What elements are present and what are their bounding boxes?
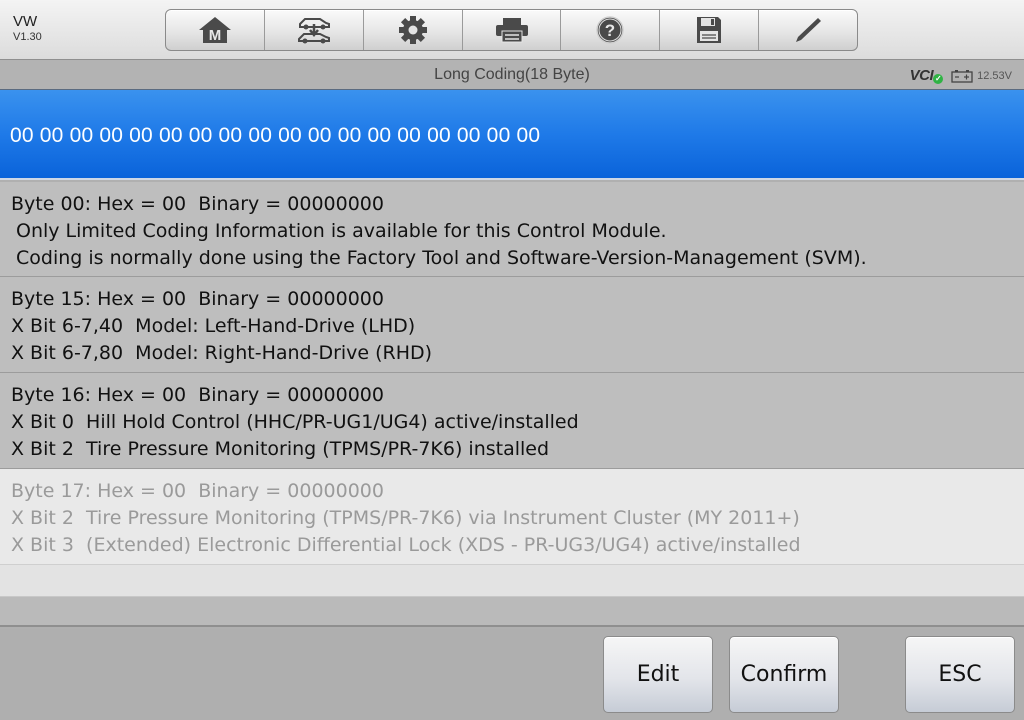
vehicle-brand: VW	[13, 13, 38, 30]
byte-list: Byte 00: Hex = 00 Binary = 00000000 Only…	[0, 182, 1024, 597]
settings-button[interactable]	[364, 10, 463, 50]
top-bar: VW V1.30 M ?	[0, 0, 1024, 60]
title-bar: Long Coding(18 Byte) VCI ✓ 12.53V	[0, 60, 1024, 90]
printer-icon	[495, 18, 528, 43]
edit-tool-button[interactable]	[759, 10, 857, 50]
print-button[interactable]	[463, 10, 562, 50]
byte-detail: Only Limited Coding Information is avail…	[16, 220, 667, 242]
list-item-disabled: Byte 17: Hex = 00 Binary = 00000000 X Bi…	[0, 469, 1024, 565]
byte-detail: X Bit 2 Tire Pressure Monitoring (TPMS/P…	[11, 507, 800, 529]
toolbar: M ?	[165, 9, 858, 51]
vehicle-swap-icon	[297, 18, 330, 44]
byte-detail: X Bit 6-7,80 Model: Right-Hand-Drive (RH…	[11, 342, 433, 364]
list-item[interactable]: Byte 00: Hex = 00 Binary = 00000000 Only…	[0, 182, 1024, 277]
byte-detail: X Bit 0 Hill Hold Control (HHC/PR-UG1/UG…	[11, 411, 579, 433]
help-button[interactable]: ?	[561, 10, 661, 50]
home-m-icon: M	[198, 17, 231, 44]
status-area: VCI ✓ 12.53V	[910, 67, 1012, 84]
byte-detail: Coding is normally done using the Factor…	[16, 247, 867, 269]
home-button[interactable]: M	[166, 10, 265, 50]
byte-detail: X Bit 2 Tire Pressure Monitoring (TPMS/P…	[11, 438, 550, 460]
battery-status: 12.53V	[951, 69, 1012, 83]
list-item[interactable]: Byte 15: Hex = 00 Binary = 00000000 X Bi…	[0, 277, 1024, 373]
byte-header: Byte 16: Hex = 00 Binary = 00000000	[11, 384, 384, 406]
vci-status: VCI ✓	[909, 67, 944, 84]
page-title: Long Coding(18 Byte)	[434, 66, 590, 83]
floppy-disk-icon	[697, 17, 722, 43]
gear-icon	[398, 16, 427, 44]
esc-button[interactable]: ESC	[905, 636, 1015, 713]
list-empty-row	[0, 565, 1024, 597]
vci-label: VCI	[909, 67, 934, 84]
footer-bar: Edit Confirm ESC	[0, 629, 1024, 720]
coding-value: 00 00 00 00 00 00 00 00 00 00 00 00 00 0…	[10, 124, 541, 147]
pencil-icon	[796, 18, 822, 42]
edit-button[interactable]: Edit	[603, 636, 713, 713]
byte-header: Byte 00: Hex = 00 Binary = 00000000	[11, 193, 384, 215]
svg-text:M: M	[209, 27, 222, 44]
vci-connected-icon: ✓	[933, 74, 944, 84]
battery-voltage: 12.53V	[977, 69, 1012, 82]
confirm-button[interactable]: Confirm	[729, 636, 839, 713]
byte-detail: X Bit 6-7,40 Model: Left-Hand-Drive (LHD…	[11, 315, 416, 337]
coding-value-bar[interactable]: 00 00 00 00 00 00 00 00 00 00 00 00 00 0…	[0, 90, 1024, 180]
software-version: V1.30	[13, 31, 42, 43]
help-icon: ?	[596, 16, 625, 44]
byte-header: Byte 15: Hex = 00 Binary = 00000000	[11, 288, 384, 310]
byte-detail: X Bit 3 (Extended) Electronic Differenti…	[11, 534, 801, 556]
list-item[interactable]: Byte 16: Hex = 00 Binary = 00000000 X Bi…	[0, 373, 1024, 469]
battery-icon	[951, 69, 973, 83]
save-button[interactable]	[660, 10, 760, 50]
byte-header: Byte 17: Hex = 00 Binary = 00000000	[11, 480, 384, 502]
brand-block: VW V1.30	[13, 13, 42, 45]
list-bottom-strip	[0, 597, 1024, 627]
vehicle-swap-button[interactable]	[265, 10, 364, 50]
svg-text:?: ?	[605, 21, 615, 40]
